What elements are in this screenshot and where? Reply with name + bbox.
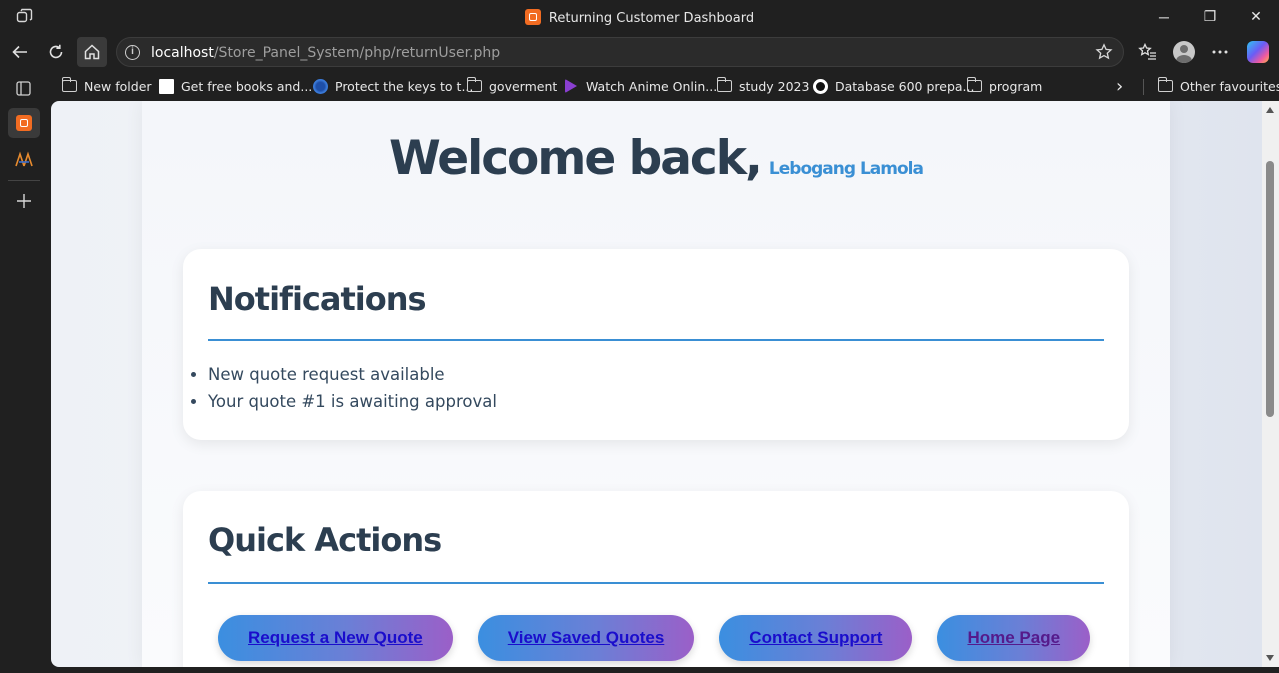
back-button[interactable] (5, 37, 35, 67)
address-bar[interactable]: i localhost/Store_Panel_System/php/retur… (116, 37, 1124, 67)
more-dots-icon (1212, 50, 1228, 54)
title-bar: Returning Customer Dashboard ─ ❐ ✕ (0, 0, 1279, 33)
favourites-list-icon (1138, 42, 1156, 60)
view-saved-quotes-button[interactable]: View Saved Quotes (477, 615, 695, 661)
bookmark-database-600[interactable]: Database 600 prepa... (813, 77, 974, 95)
refresh-icon (49, 44, 63, 59)
bookmark-program[interactable]: program (967, 77, 1042, 95)
other-favourites[interactable]: Other favourites (1158, 77, 1279, 95)
shield-icon (313, 78, 328, 94)
copilot-icon (1247, 41, 1269, 63)
site-info-icon[interactable]: i (125, 45, 140, 60)
bookmark-label: New folder (84, 78, 152, 94)
scroll-up-arrow-icon[interactable] (1266, 107, 1274, 113)
bookmark-new-folder[interactable]: New folder (62, 77, 152, 95)
bookmark-label: study 2023 (739, 78, 810, 94)
bookmark-label: program (989, 78, 1043, 94)
dashboard-page: Welcome back, Lebogang Lamola Notificatio… (142, 101, 1170, 667)
bookmark-protect-keys[interactable]: Protect the keys to t... (313, 77, 473, 95)
bookmark-study-2023[interactable]: study 2023 (717, 77, 809, 95)
profile-avatar-icon (1173, 41, 1195, 63)
play-icon (565, 79, 577, 93)
notification-item: Your quote #1 is awaiting approval (208, 392, 497, 419)
scroll-down-arrow-icon[interactable] (1266, 655, 1274, 661)
bookmark-goverment[interactable]: goverment (467, 77, 557, 95)
quick-actions-divider (208, 582, 1104, 584)
bookmark-label: Protect the keys to t... (335, 78, 474, 94)
more-bookmarks-chevron-icon[interactable]: › (1116, 76, 1123, 97)
home-button[interactable] (77, 37, 107, 67)
notifications-card: Notifications New quote request availabl… (183, 249, 1129, 440)
bookmark-free-books[interactable]: Get free books and... (159, 77, 312, 95)
bookmarks-divider (1143, 79, 1144, 95)
page-icon (159, 78, 174, 94)
contact-support-button[interactable]: Contact Support (719, 615, 913, 661)
other-favourites-label: Other favourites (1180, 78, 1279, 94)
plus-icon (17, 194, 31, 208)
refresh-button[interactable] (41, 37, 71, 67)
notifications-divider (208, 339, 1104, 341)
request-new-quote-button[interactable]: Request a New Quote (218, 615, 453, 661)
add-favourite-star-icon[interactable] (1095, 43, 1113, 61)
home-page-button[interactable]: Home Page (937, 615, 1091, 661)
close-button[interactable]: ✕ (1233, 0, 1279, 33)
folder-icon (1158, 77, 1173, 92)
bookmark-label: Watch Anime Onlin... (586, 78, 718, 94)
welcome-header: Welcome back, Lebogang Lamola (142, 131, 1170, 186)
profile-button[interactable] (1171, 39, 1197, 65)
vertical-tab-strip (0, 101, 48, 673)
notifications-list: New quote request available Your quote #… (208, 365, 497, 419)
window-title: Returning Customer Dashboard (0, 9, 1279, 26)
xampp-favicon-icon (524, 9, 541, 25)
tab-actions-icon[interactable] (16, 81, 31, 96)
url-text[interactable]: localhost/Store_Panel_System/php/returnU… (151, 45, 500, 61)
xampp-tab-icon (16, 115, 32, 131)
notification-item: New quote request available (208, 365, 497, 392)
settings-more-button[interactable] (1207, 39, 1233, 65)
quick-actions-title: Quick Actions (208, 521, 442, 559)
quick-actions-buttons: Request a New Quote View Saved Quotes Co… (218, 615, 1115, 661)
user-name: Lebogang Lamola (768, 159, 924, 179)
folder-icon (717, 77, 732, 92)
window-title-text: Returning Customer Dashboard (548, 11, 755, 26)
navigation-bar: i localhost/Store_Panel_System/php/retur… (0, 33, 1279, 71)
back-arrow-icon (12, 45, 27, 59)
web-viewport: Welcome back, Lebogang Lamola Notificatio… (51, 101, 1262, 667)
bookmark-watch-anime[interactable]: Watch Anime Onlin... (565, 77, 717, 95)
bookmark-label: goverment (489, 78, 558, 94)
tab-second[interactable] (8, 144, 40, 174)
home-icon (84, 44, 100, 60)
favourites-bar: New folder Get free books and... Protect… (0, 71, 1279, 101)
tab-returning-customer-dashboard[interactable] (8, 108, 40, 138)
minimize-button[interactable]: ─ (1141, 0, 1187, 33)
url-host: localhost (151, 45, 214, 61)
tab-strip-divider (8, 180, 40, 181)
scrollbar-thumb[interactable] (1266, 161, 1274, 417)
notifications-title: Notifications (208, 280, 427, 318)
site-icon (813, 78, 828, 94)
favourites-button[interactable] (1135, 39, 1161, 65)
site-tab-icon (15, 151, 33, 167)
vertical-scrollbar[interactable] (1262, 101, 1279, 667)
bookmark-label: Database 600 prepa... (835, 78, 975, 94)
copilot-button[interactable] (1245, 39, 1271, 65)
folder-icon (967, 77, 982, 92)
folder-icon (62, 77, 77, 92)
quick-actions-card: Quick Actions Request a New Quote View S… (183, 491, 1129, 667)
welcome-heading: Welcome back, (389, 131, 763, 186)
url-path: /Store_Panel_System/php/returnUser.php (213, 45, 501, 61)
restore-button[interactable]: ❐ (1187, 0, 1233, 33)
bookmark-label: Get free books and... (181, 78, 313, 94)
folder-icon (467, 77, 482, 92)
new-tab-button[interactable] (8, 186, 40, 216)
